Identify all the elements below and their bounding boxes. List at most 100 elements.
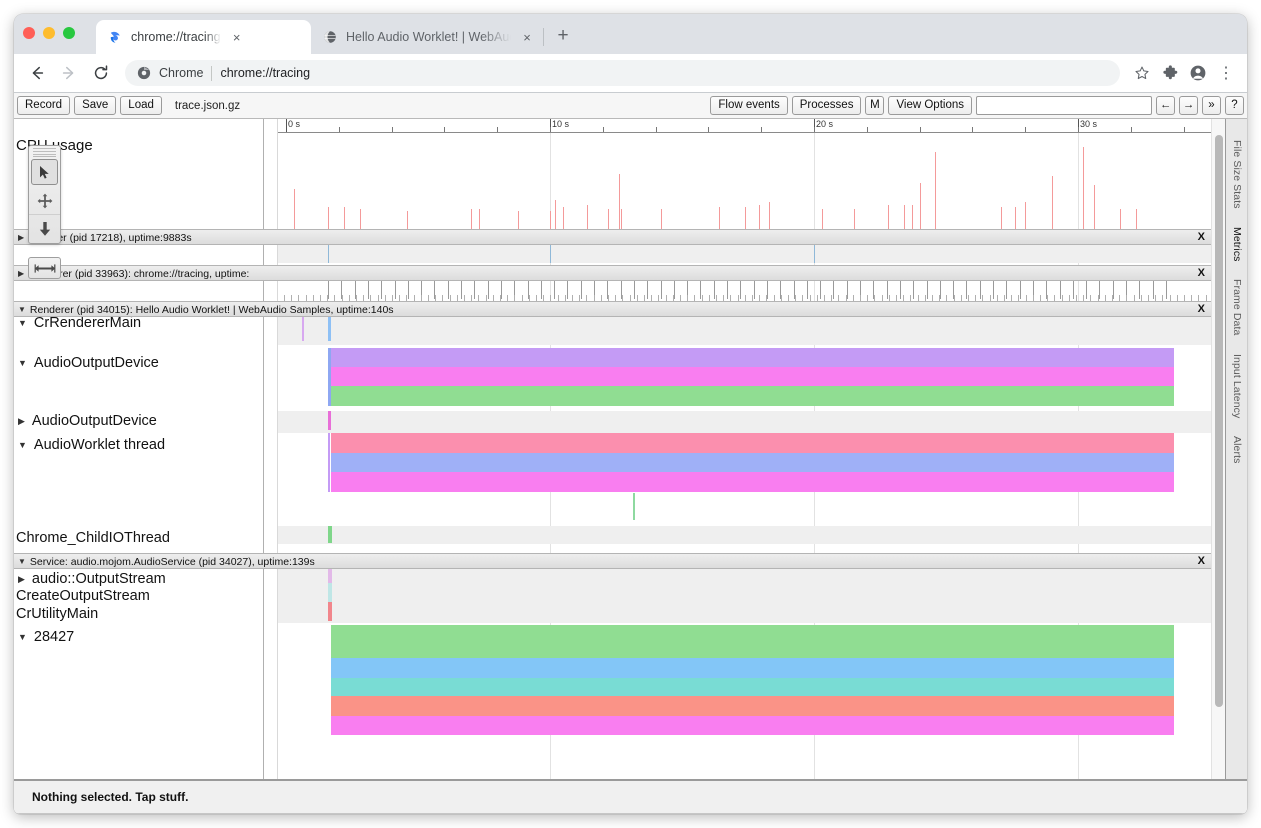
vertical-scrollbar-thumb[interactable] [1215,135,1223,707]
timeline-slice[interactable] [331,433,1174,453]
track-label[interactable]: ▶audio::OutputStream [18,571,166,587]
processes-button[interactable]: Processes [792,96,862,115]
cpu-usage-spike [854,209,855,231]
process-close-button[interactable]: X [1198,302,1205,318]
timeline-slice[interactable] [328,526,332,543]
ruler-minor-tick [867,127,868,132]
timeline-slice[interactable] [331,386,1174,406]
selection-arrow-cursor-icon[interactable] [31,159,58,185]
timeline-slice[interactable] [633,493,635,520]
rail-tab-input-latency[interactable]: Input Latency [1226,345,1247,427]
cpu-usage-spike [1015,207,1016,231]
vertical-scrollbar[interactable] [1211,119,1225,779]
chevron-down-icon[interactable]: ▼ [18,554,26,569]
chevron-down-icon[interactable]: ▼ [18,302,26,317]
vertical-marker-cursor-icon[interactable] [29,215,60,243]
overflow-button[interactable]: » [1202,96,1221,115]
address-bar[interactable]: Chrome chrome://tracing [125,60,1120,86]
process-header-row[interactable]: ▶Browser (pid 17218), uptime:9883sX [14,229,1211,245]
timeline-slice[interactable] [331,367,1174,386]
process-close-button[interactable]: X [1198,554,1205,570]
rail-tab-metrics[interactable]: Metrics [1226,218,1247,271]
time-ruler[interactable]: 0 s10 s20 s30 s [278,119,1211,133]
save-button[interactable]: Save [74,96,116,115]
timeline-slice[interactable] [331,696,1174,716]
chevron-right-icon[interactable]: ▶ [18,574,25,585]
load-button[interactable]: Load [120,96,162,115]
new-tab-button[interactable]: + [549,22,577,50]
view-options-button[interactable]: View Options [888,96,972,115]
cpu-usage-spike [518,211,519,231]
search-input[interactable] [976,96,1152,115]
ruler-minor-tick [1025,127,1026,132]
process-close-button[interactable]: X [1198,230,1205,246]
tab-hello-audio-worklet[interactable]: Hello Audio Worklet! | WebAud × [311,20,543,54]
tab-chrome-tracing[interactable]: chrome://tracing × [96,20,311,54]
track-label[interactable]: CreateOutputStream [16,588,150,604]
browser-menu-icon[interactable]: ⋮ [1213,60,1239,86]
metrics-toggle-button[interactable]: M [865,96,884,115]
chevron-right-icon[interactable]: ▶ [18,416,25,427]
cpu-usage-spike [587,205,588,231]
palette-drag-handle[interactable] [33,146,56,157]
timeline-view[interactable]: CPU usage ▼CrRendererMain▼AudioOutputDev… [14,119,1225,779]
track-label[interactable]: ▶AudioOutputDevice [18,413,157,429]
timeline-slice[interactable] [331,716,1174,735]
cpu-usage-spike [661,209,662,231]
flow-events-button[interactable]: Flow events [710,96,787,115]
cpu-usage-spike [719,207,720,231]
cpu-usage-spike [563,207,564,231]
timeline-slice[interactable] [328,583,332,602]
pan-move-cursor-icon[interactable] [29,187,60,215]
timeline-slice[interactable] [328,348,331,406]
chevron-right-icon[interactable]: ▶ [18,230,24,245]
rail-tab-frame-data[interactable]: Frame Data [1226,270,1247,344]
timeline-slice[interactable] [328,602,332,621]
timeline-canvas[interactable]: 0 s10 s20 s30 s [278,119,1211,779]
timeline-slice[interactable] [328,411,331,430]
tab-close-icon[interactable]: × [519,29,535,45]
cpu-usage-spike [608,209,609,231]
chevron-down-icon[interactable]: ▼ [18,318,27,328]
globe-icon [322,30,338,44]
minimize-window-button[interactable] [43,27,55,39]
forward-button[interactable] [54,58,84,88]
timeline-slice[interactable] [331,658,1174,678]
timeline-slice[interactable] [331,348,1174,367]
chevron-down-icon[interactable]: ▼ [18,632,27,642]
rail-tab-alerts[interactable]: Alerts [1226,427,1247,472]
profile-avatar-icon[interactable] [1185,60,1211,86]
track-label[interactable]: ▼AudioOutputDevice [18,355,159,371]
record-button[interactable]: Record [17,96,70,115]
help-button[interactable]: ? [1225,96,1244,115]
extensions-puzzle-icon[interactable] [1157,60,1183,86]
process-header-row[interactable]: ▶Renderer (pid 33963): chrome://tracing,… [14,265,1211,281]
tab-close-icon[interactable]: × [229,29,245,45]
maximize-window-button[interactable] [63,27,75,39]
chevron-right-icon[interactable]: ▶ [18,266,24,281]
track-label[interactable]: ▼AudioWorklet thread [18,437,165,453]
horizontal-resize-cursor-icon[interactable] [28,257,61,279]
timeline-slice[interactable] [331,625,1174,658]
track-label[interactable]: CrUtilityMain [16,606,98,622]
chevron-down-icon[interactable]: ▼ [18,440,27,450]
track-label[interactable]: ▼28427 [18,629,74,645]
close-window-button[interactable] [23,27,35,39]
rail-tab-file-size-stats[interactable]: File Size Stats [1226,131,1247,218]
process-header-row[interactable]: ▼Service: audio.mojom.AudioService (pid … [14,553,1211,569]
reload-button[interactable] [86,58,116,88]
process-header-row[interactable]: ▼Renderer (pid 34015): Hello Audio Workl… [14,301,1211,317]
track-label[interactable]: Chrome_ChildIOThread [16,530,170,546]
timeline-slice[interactable] [328,433,330,492]
timeline-slice[interactable] [331,678,1174,696]
timeline-slice[interactable] [331,472,1174,492]
back-button[interactable] [22,58,52,88]
chevron-down-icon[interactable]: ▼ [18,358,27,368]
process-close-button[interactable]: X [1198,266,1205,282]
ruler-minor-tick [603,127,604,132]
bookmark-star-icon[interactable] [1129,60,1155,86]
timeline-slice[interactable] [331,453,1174,472]
search-next-button[interactable]: → [1179,96,1198,115]
cursor-palette[interactable] [28,145,61,244]
search-prev-button[interactable]: ← [1156,96,1175,115]
